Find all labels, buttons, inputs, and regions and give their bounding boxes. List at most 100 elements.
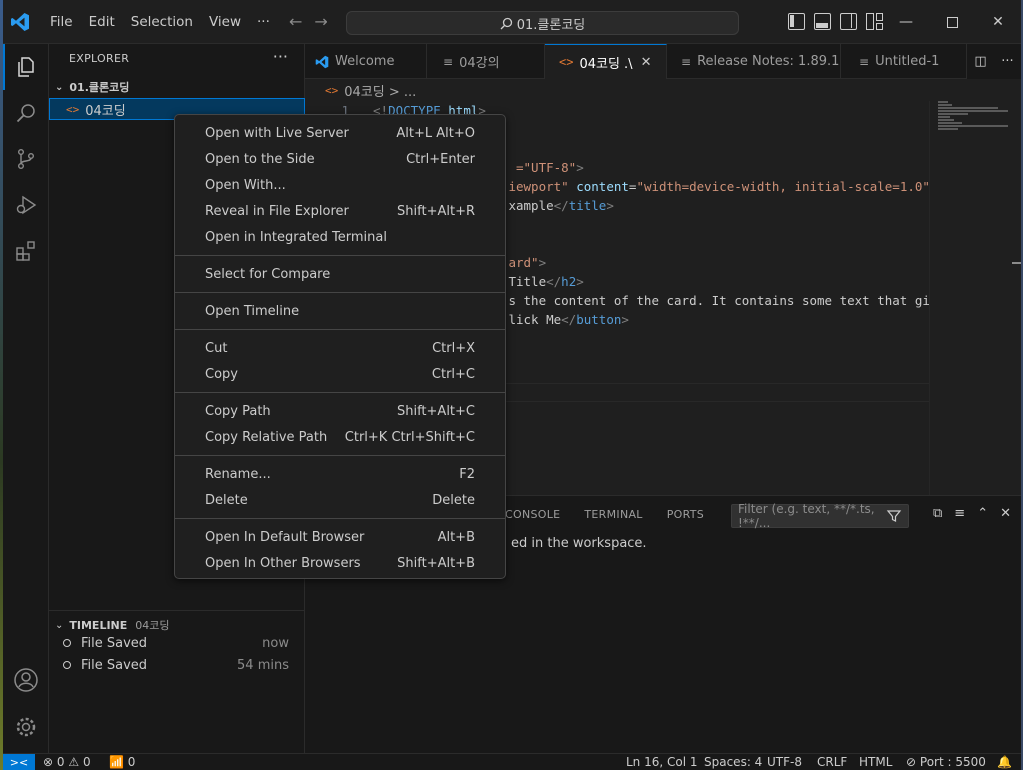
menu-view[interactable]: View — [202, 10, 248, 34]
toggle-secondary-sidebar-icon[interactable] — [840, 13, 857, 30]
menu-item-open-in-default-browser[interactable]: Open In Default Browser Alt+B — [179, 524, 501, 550]
vscode-logo-icon — [11, 13, 29, 31]
minimap[interactable] — [929, 101, 1021, 495]
accounts-icon[interactable] — [3, 657, 49, 703]
close-panel-icon[interactable]: ✕ — [1000, 506, 1011, 521]
menu-item-open-with-live-server[interactable]: Open with Live Server Alt+L Alt+O — [179, 120, 501, 146]
menu-item-open-in-other-browsers[interactable]: Open In Other Browsers Shift+Alt+B — [179, 550, 501, 576]
menu-item-label: Open Timeline — [205, 303, 300, 319]
tab-terminal[interactable]: TERMINAL — [584, 508, 642, 521]
menu-item-copy[interactable]: Copy Ctrl+C — [179, 361, 501, 387]
menu-item-shortcut: F2 — [459, 466, 475, 482]
filter-icon[interactable] — [886, 508, 902, 524]
minimize-icon[interactable]: — — [883, 0, 929, 44]
menu-item-open-in-integrated-terminal[interactable]: Open in Integrated Terminal — [179, 224, 501, 250]
menu-item-label: Open With... — [205, 177, 286, 193]
word-wrap-icon[interactable]: ≡ — [954, 506, 965, 521]
more-actions-icon[interactable]: ··· — [273, 47, 288, 66]
menu-item-copy-relative-path[interactable]: Copy Relative Path Ctrl+K Ctrl+Shift+C — [179, 424, 501, 450]
menu-item-label: Open with Live Server — [205, 125, 349, 141]
language-mode[interactable]: HTML — [859, 755, 892, 769]
sidebar-title: EXPLORER — [69, 52, 130, 65]
menu-item-shortcut: Ctrl+K Ctrl+Shift+C — [344, 429, 475, 445]
filter-input[interactable]: Filter (e.g. text, **/*.ts, !**/... — [731, 502, 909, 530]
menu-item-rename[interactable]: Rename... F2 — [179, 461, 501, 487]
menu-item-label: Copy Path — [205, 403, 271, 419]
menu-item-cut[interactable]: Cut Ctrl+X — [179, 335, 501, 361]
chevron-down-icon: ⌄ — [55, 619, 64, 631]
more-actions-icon[interactable]: ··· — [1001, 54, 1013, 69]
circle-icon — [63, 661, 71, 669]
forward-arrow-icon[interactable]: → — [314, 12, 327, 31]
tab-04-coding[interactable]: <> 04코딩 .\ ✕ — [545, 44, 667, 79]
tab-label: Untitled-1 — [875, 54, 940, 69]
back-arrow-icon[interactable]: ← — [289, 12, 302, 31]
menu-selection[interactable]: Selection — [124, 10, 200, 34]
menu-item-select-for-compare[interactable]: Select for Compare — [179, 261, 501, 287]
menu-item-reveal-in-file-explorer[interactable]: Reveal in File Explorer Shift+Alt+R — [179, 198, 501, 224]
menu-item-shortcut: Shift+Alt+C — [396, 403, 475, 419]
source-control-icon[interactable] — [3, 136, 49, 182]
menu-item-open-timeline[interactable]: Open Timeline — [179, 298, 501, 324]
encoding[interactable]: UTF-8 — [767, 755, 802, 769]
search-icon — [500, 17, 512, 29]
line-ending[interactable]: CRLF — [817, 755, 847, 769]
tab-untitled[interactable]: ≡ Untitled-1 — [841, 44, 967, 79]
tab-release-notes[interactable]: ≡ Release Notes: 1.89.1 — [667, 44, 841, 79]
split-editor-icon[interactable]: ◫ — [974, 54, 986, 69]
menu-item-open-to-the-side[interactable]: Open to the Side Ctrl+Enter — [179, 146, 501, 172]
ports-indicator[interactable]: 📶 0 — [109, 755, 135, 769]
tab-label: 04강의 — [459, 56, 500, 71]
menu-item-label: Copy — [205, 366, 238, 382]
breadcrumb-path[interactable]: 04코딩 > ... — [344, 81, 416, 100]
folder-label: 01.클론코딩 — [69, 81, 130, 94]
maximize-icon[interactable] — [929, 0, 975, 44]
customize-layout-icon[interactable] — [866, 13, 883, 30]
explorer-icon[interactable] — [3, 44, 49, 90]
timeline-entry-label: File Saved — [81, 657, 148, 673]
problems-indicator[interactable]: ⊗ 0 ⚠ 0 — [43, 755, 91, 769]
menu-item-shortcut: Alt+B — [437, 529, 475, 545]
toggle-panel-icon[interactable] — [814, 13, 831, 30]
timeline-entry[interactable]: File Saved now — [49, 632, 305, 654]
tab-ports[interactable]: PORTS — [667, 508, 704, 521]
run-debug-icon[interactable] — [3, 182, 49, 228]
tab-label: 04코딩 .\ — [579, 56, 633, 72]
cursor-position[interactable]: Ln 16, Col 1 — [626, 755, 698, 769]
tab-console[interactable]: CONSOLE — [505, 508, 560, 521]
toggle-primary-sidebar-icon[interactable] — [788, 13, 805, 30]
menu-edit[interactable]: Edit — [82, 10, 122, 34]
close-tab-icon[interactable]: ✕ — [641, 55, 652, 70]
menu-separator — [175, 518, 505, 519]
menu-file[interactable]: File — [43, 10, 80, 34]
menu-item-label: Open In Default Browser — [205, 529, 365, 545]
chevron-down-icon: ⌄ — [55, 81, 64, 93]
list-icon: ≡ — [681, 54, 692, 69]
close-window-icon[interactable]: ✕ — [975, 0, 1021, 44]
folder-row[interactable]: ⌄ 01.클론코딩 — [49, 76, 305, 98]
indentation[interactable]: Spaces: 4 — [704, 755, 762, 769]
menu-item-shortcut: Ctrl+X — [432, 340, 475, 356]
menu-item-label: Cut — [205, 340, 228, 356]
broadcast-icon: 📶 — [109, 755, 124, 769]
menu-separator — [175, 392, 505, 393]
maximize-panel-icon[interactable]: ⌃ — [977, 506, 988, 521]
menu-more[interactable]: ··· — [250, 10, 277, 34]
command-center-label: 01.클론코딩 — [516, 17, 586, 33]
copy-icon[interactable]: ⧉ — [933, 506, 942, 521]
tab-welcome[interactable]: Welcome — [305, 44, 427, 79]
tab-04-lecture[interactable]: ≡ 04강의 — [427, 44, 545, 79]
menu-item-open-with[interactable]: Open With... — [179, 172, 501, 198]
command-center[interactable]: 01.클론코딩 — [346, 11, 739, 35]
settings-gear-icon[interactable] — [3, 704, 49, 750]
bell-icon[interactable]: 🔔 — [997, 755, 1012, 769]
menu-item-shortcut: Shift+Alt+R — [397, 203, 475, 219]
timeline-entry[interactable]: File Saved 54 mins — [49, 654, 305, 676]
menu-item-copy-path[interactable]: Copy Path Shift+Alt+C — [179, 398, 501, 424]
menu-item-delete[interactable]: Delete Delete — [179, 487, 501, 513]
search-view-icon[interactable] — [3, 90, 49, 136]
live-server-status[interactable]: ⊘ Port : 5500 — [906, 755, 986, 769]
remote-indicator-icon[interactable]: >< — [3, 754, 35, 770]
extensions-icon[interactable] — [3, 228, 49, 274]
panel-message: ed in the workspace. — [511, 536, 647, 551]
